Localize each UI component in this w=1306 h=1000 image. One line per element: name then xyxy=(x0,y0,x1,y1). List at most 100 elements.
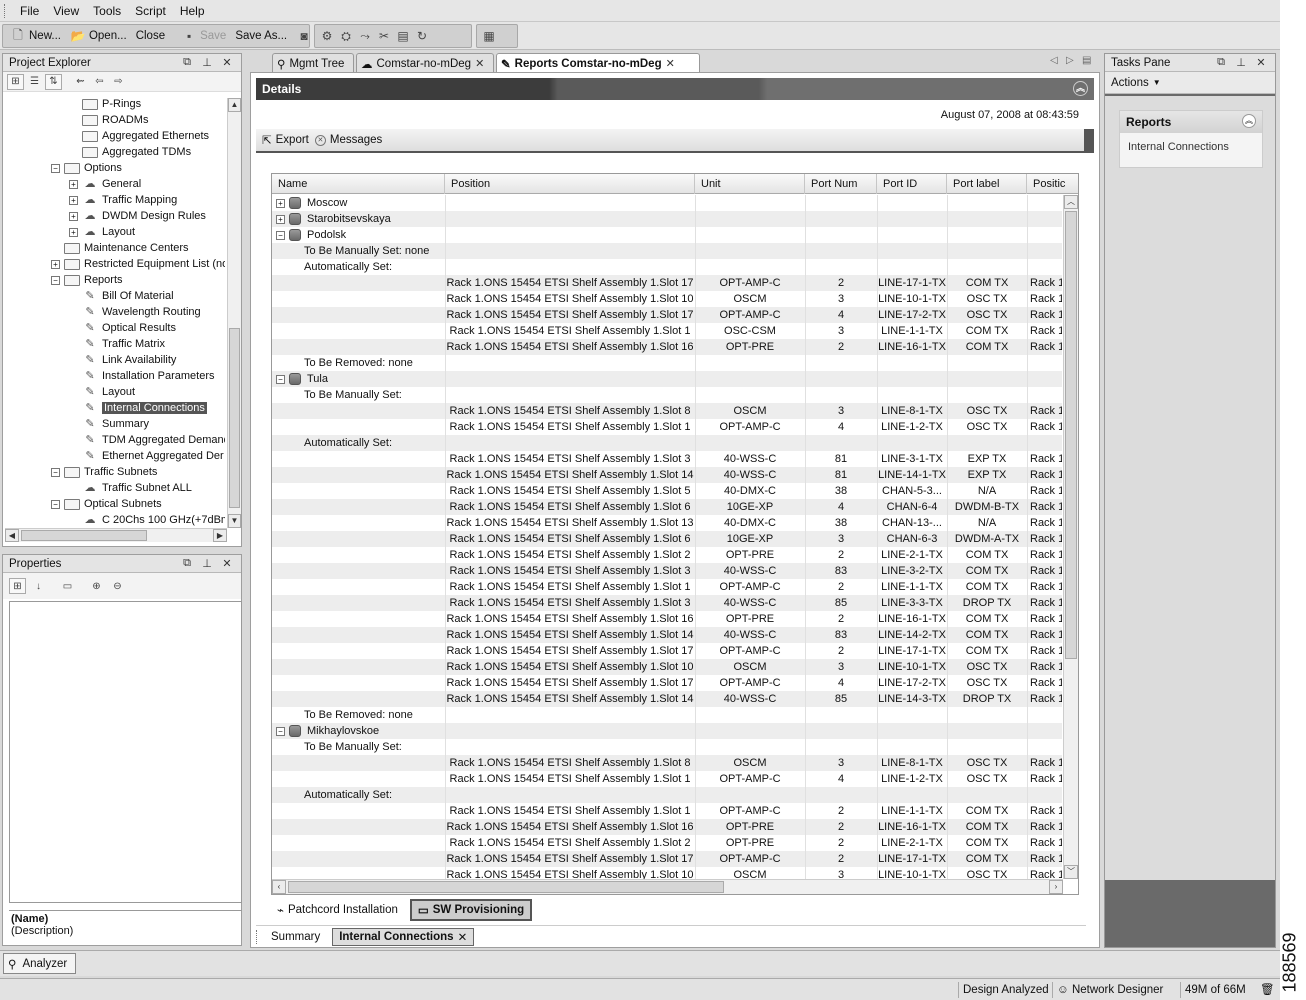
tree-item[interactable]: ✎ Internal Connections xyxy=(69,400,207,416)
column-header-name[interactable]: Name xyxy=(272,174,445,194)
table-row[interactable]: Rack 1.ONS 15454 ETSI Shelf Assembly 1.S… xyxy=(272,579,1062,595)
collapse-all-icon[interactable]: ⊖ xyxy=(109,578,126,594)
expand-all-icon[interactable]: ⊕ xyxy=(88,578,105,594)
tree-item[interactable]: ✎ Traffic Matrix xyxy=(69,336,165,352)
tab-mgmt-tree[interactable]: ⚲ Mgmt Tree xyxy=(272,53,354,73)
tab-summary[interactable]: Summary xyxy=(265,930,326,944)
collapse-icon[interactable]: − xyxy=(276,374,285,384)
column-header-port-id[interactable]: Port ID xyxy=(877,174,947,194)
close-tab-icon[interactable]: ✕ xyxy=(458,930,468,944)
trash-icon[interactable]: 🗑 xyxy=(1256,982,1279,998)
tab-sw-provisioning[interactable]: ▭ SW Provisioning xyxy=(409,899,533,921)
table-row[interactable]: Rack 1.ONS 15454 ETSI Shelf Assembly 1.S… xyxy=(272,803,1062,819)
table-row[interactable]: Rack 1.ONS 15454 ETSI Shelf Assembly 1.S… xyxy=(272,819,1062,835)
column-header-position[interactable]: Position xyxy=(445,174,695,194)
scroll-thumb[interactable] xyxy=(229,328,240,508)
messages-button[interactable]: ✕ Messages xyxy=(314,134,382,146)
table-row[interactable]: Rack 1.ONS 15454 ETSI Shelf Assembly 1.S… xyxy=(272,451,1062,467)
scroll-down-icon[interactable]: ▼ xyxy=(228,514,241,528)
table-row[interactable]: Automatically Set: xyxy=(272,787,1062,803)
site-node[interactable]: − Podolsk xyxy=(276,227,346,243)
tree-item[interactable]: ✎ Optical Results xyxy=(69,320,176,336)
categorized-icon[interactable]: ⊞ xyxy=(9,578,26,594)
float-icon[interactable]: ⧉ xyxy=(179,557,195,570)
table-row[interactable]: Rack 1.ONS 15454 ETSI Shelf Assembly 1.S… xyxy=(272,643,1062,659)
tree-horizontal-scrollbar[interactable]: ◀ ▶ xyxy=(5,528,227,542)
table-row[interactable]: − Tula xyxy=(272,371,1062,387)
menu-help[interactable]: Help xyxy=(173,4,212,18)
table-row[interactable]: To Be Removed: none xyxy=(272,355,1062,371)
table-row[interactable]: Rack 1.ONS 15454 ETSI Shelf Assembly 1.S… xyxy=(272,275,1062,291)
tree-vertical-scrollbar[interactable]: ▲ ▼ xyxy=(227,98,241,528)
scroll-thumb[interactable] xyxy=(21,530,147,541)
close-icon[interactable]: ✕ xyxy=(219,557,235,570)
menu-file[interactable]: File xyxy=(13,4,46,18)
site-node[interactable]: + Moscow xyxy=(276,195,347,211)
tree-item[interactable]: Maintenance Centers xyxy=(51,240,189,256)
properties-grid[interactable] xyxy=(9,601,242,903)
tree-item[interactable]: + ☁ General xyxy=(69,176,141,192)
scroll-left-icon[interactable]: ◀ xyxy=(5,529,19,542)
table-row[interactable]: Rack 1.ONS 15454 ETSI Shelf Assembly 1.S… xyxy=(272,403,1062,419)
expand-icon[interactable]: + xyxy=(69,195,78,205)
collapse-icon[interactable]: ︽ xyxy=(1073,81,1088,96)
tree-item[interactable]: ✎ Layout xyxy=(69,384,135,400)
table-row[interactable]: − Podolsk xyxy=(272,227,1062,243)
table-row[interactable]: Rack 1.ONS 15454 ETSI Shelf Assembly 1.S… xyxy=(272,307,1062,323)
table-row[interactable]: Rack 1.ONS 15454 ETSI Shelf Assembly 1.S… xyxy=(272,835,1062,851)
table-row[interactable]: Rack 1.ONS 15454 ETSI Shelf Assembly 1.S… xyxy=(272,531,1062,547)
table-row[interactable]: Rack 1.ONS 15454 ETSI Shelf Assembly 1.S… xyxy=(272,595,1062,611)
table-row[interactable]: Rack 1.ONS 15454 ETSI Shelf Assembly 1.S… xyxy=(272,867,1062,879)
sort-alpha-icon[interactable]: ↓ xyxy=(30,578,47,594)
list-view-icon[interactable]: ☰ xyxy=(26,74,43,90)
expand-icon[interactable]: + xyxy=(276,214,285,224)
table-row[interactable]: Automatically Set: xyxy=(272,435,1062,451)
expand-icon[interactable]: + xyxy=(69,211,78,221)
tab-scroll-right-icon[interactable]: ▷ xyxy=(1066,55,1074,66)
tree-item[interactable]: + ☁ DWDM Design Rules xyxy=(69,208,206,224)
expand-icon[interactable]: + xyxy=(51,259,60,269)
collapse-icon[interactable]: − xyxy=(51,499,60,509)
collapse-icon[interactable]: − xyxy=(51,275,60,285)
tree-item[interactable]: Aggregated TDMs xyxy=(69,144,191,160)
link-view-icon[interactable]: ⇅ xyxy=(45,73,62,90)
scroll-up-icon[interactable]: ▲ xyxy=(228,98,241,112)
table-row[interactable]: To Be Manually Set: none xyxy=(272,243,1062,259)
collapse-icon[interactable]: − xyxy=(51,163,60,173)
table-row[interactable]: Rack 1.ONS 15454 ETSI Shelf Assembly 1.S… xyxy=(272,419,1062,435)
arrow-right-icon[interactable]: ⇨ xyxy=(110,74,127,90)
tree-item[interactable]: ☁ C 20Chs 100 GHz(+7dBm xyxy=(69,512,226,527)
close-tab-icon[interactable]: ✕ xyxy=(475,57,484,70)
scroll-right-icon[interactable]: ▶ xyxy=(213,529,227,542)
tree-view-icon[interactable]: ⊞ xyxy=(7,73,24,90)
table-row[interactable]: − Mikhaylovskoe xyxy=(272,723,1062,739)
column-header-position-2[interactable]: Positic xyxy=(1027,174,1078,194)
new-button[interactable]: 🗋 New... xyxy=(7,28,64,44)
camera-button[interactable]: ◙ xyxy=(293,28,315,44)
tab-reports[interactable]: ✎ Reports Comstar-no-mDeg ✕ xyxy=(496,53,700,73)
internal-connections-link[interactable]: Internal Connections xyxy=(1120,133,1262,153)
float-icon[interactable]: ⧉ xyxy=(179,56,195,69)
table-row[interactable]: Rack 1.ONS 15454 ETSI Shelf Assembly 1.S… xyxy=(272,499,1062,515)
tree-item[interactable]: + Restricted Equipment List (no xyxy=(51,256,225,272)
tab-patchcord-installation[interactable]: ⌁ Patchcord Installation xyxy=(271,901,404,919)
tree-item[interactable]: ✎ Ethernet Aggregated Der xyxy=(69,448,223,464)
collapse-icon[interactable]: − xyxy=(276,726,285,736)
table-row[interactable]: Rack 1.ONS 15454 ETSI Shelf Assembly 1.S… xyxy=(272,515,1062,531)
close-icon[interactable]: ✕ xyxy=(219,56,235,69)
table-row[interactable]: Rack 1.ONS 15454 ETSI Shelf Assembly 1.S… xyxy=(272,483,1062,499)
tab-list-icon[interactable]: ▤ xyxy=(1082,55,1091,66)
tree-item[interactable]: ✎ Bill Of Material xyxy=(69,288,173,304)
table-row[interactable]: Rack 1.ONS 15454 ETSI Shelf Assembly 1.S… xyxy=(272,851,1062,867)
table-horizontal-scrollbar[interactable]: ‹ › xyxy=(272,879,1063,894)
table-row[interactable]: Rack 1.ONS 15454 ETSI Shelf Assembly 1.S… xyxy=(272,547,1062,563)
table-vertical-scrollbar[interactable]: ︿ ﹀ xyxy=(1063,195,1078,879)
menu-tools[interactable]: Tools xyxy=(86,4,128,18)
close-icon[interactable]: ✕ xyxy=(1253,56,1269,69)
table-row[interactable]: + Starobitsevskaya xyxy=(272,211,1062,227)
column-header-port-label[interactable]: Port label xyxy=(947,174,1027,194)
save-as-button[interactable]: Save As... xyxy=(232,30,290,42)
back-icon[interactable]: ⇜ xyxy=(72,74,89,90)
export-button[interactable]: ⇱ Export xyxy=(262,133,309,147)
table-row[interactable]: Rack 1.ONS 15454 ETSI Shelf Assembly 1.S… xyxy=(272,467,1062,483)
